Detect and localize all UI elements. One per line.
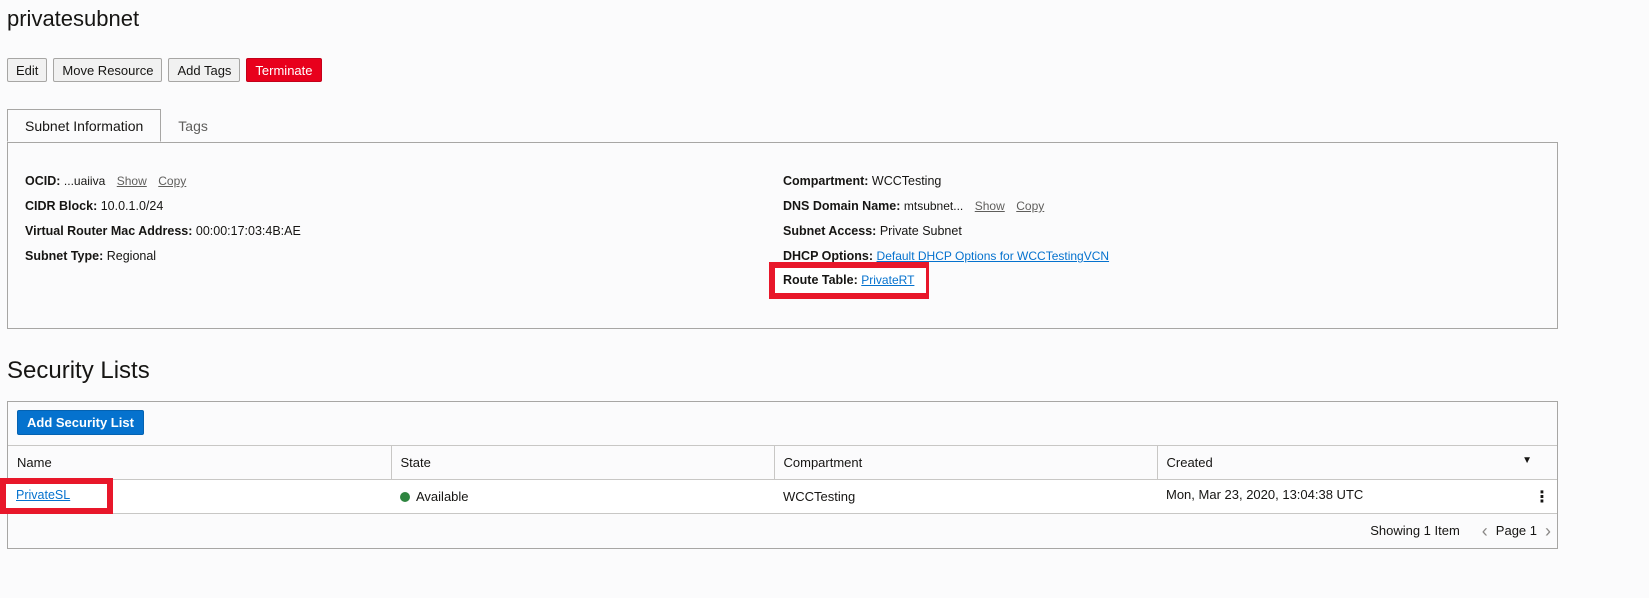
- vr-mac-label: Virtual Router Mac Address:: [25, 224, 193, 238]
- subnet-access-value: Private Subnet: [879, 224, 962, 238]
- column-header-state[interactable]: State: [391, 445, 775, 480]
- dns-value: mtsubnet...: [903, 199, 964, 213]
- row-compartment: WCCTesting: [774, 479, 1157, 514]
- terminate-button[interactable]: Terminate: [246, 58, 322, 82]
- column-header-created-label: Created: [1166, 455, 1213, 470]
- dns-show-link[interactable]: Show: [975, 199, 1005, 213]
- available-status-icon: [400, 492, 410, 502]
- vr-mac-value: 00:00:17:03:4B:AE: [195, 224, 301, 238]
- ocid-copy-link[interactable]: Copy: [158, 174, 186, 188]
- vr-mac-row: Virtual Router Mac Address: 00:00:17:03:…: [25, 221, 301, 246]
- row-created: Mon, Mar 23, 2020, 13:04:38 UTC: [1166, 486, 1364, 502]
- dns-label: DNS Domain Name:: [783, 199, 901, 213]
- tab-tags[interactable]: Tags: [161, 109, 225, 142]
- subnet-type-label: Subnet Type:: [25, 249, 104, 263]
- add-tags-button[interactable]: Add Tags: [168, 58, 241, 82]
- page-title: privatesubnet: [7, 6, 140, 31]
- route-table-row: Route Table: PrivateRT: [775, 268, 926, 293]
- subnet-access-row: Subnet Access: Private Subnet: [783, 221, 1109, 246]
- security-lists-table: Name State Compartment Created ▼ Availab…: [8, 445, 1557, 514]
- compartment-value: WCCTesting: [871, 174, 942, 188]
- move-resource-button[interactable]: Move Resource: [53, 58, 163, 82]
- route-table-label: Route Table:: [783, 273, 858, 287]
- showing-count: Showing 1 Item: [1370, 523, 1460, 538]
- cidr-label: CIDR Block:: [25, 199, 98, 213]
- dhcp-options-link[interactable]: Default DHCP Options for WCCTestingVCN: [877, 249, 1110, 263]
- subnet-type-value: Regional: [106, 249, 157, 263]
- column-header-compartment[interactable]: Compartment: [774, 445, 1158, 480]
- edit-button[interactable]: Edit: [7, 58, 48, 82]
- row-created-cell: Mon, Mar 23, 2020, 13:04:38 UTC ⋮: [1157, 479, 1557, 514]
- action-bar: Edit Move Resource Add Tags Terminate: [7, 58, 322, 82]
- dns-row: DNS Domain Name: mtsubnet... Show Copy: [783, 196, 1109, 221]
- row-state: Available: [416, 489, 469, 504]
- security-lists-panel: Add Security List Name State Compartment…: [7, 401, 1558, 549]
- subnet-info-panel: OCID: ...uaiiva Show Copy CIDR Block: 10…: [7, 142, 1558, 329]
- compartment-row: Compartment: WCCTesting: [783, 171, 1109, 196]
- chevron-left-icon[interactable]: ‹: [1482, 522, 1488, 540]
- add-security-list-button[interactable]: Add Security List: [17, 410, 144, 435]
- row-state-cell: Available: [391, 479, 774, 514]
- chevron-right-icon[interactable]: ›: [1545, 522, 1551, 540]
- cidr-value: 10.0.1.0/24: [100, 199, 164, 213]
- security-list-name-link[interactable]: PrivateSL: [16, 488, 70, 502]
- column-header-created[interactable]: Created ▼: [1157, 445, 1557, 480]
- dns-copy-link[interactable]: Copy: [1016, 199, 1044, 213]
- subnet-access-label: Subnet Access:: [783, 224, 877, 238]
- ocid-row: OCID: ...uaiiva Show Copy: [25, 171, 301, 196]
- cidr-row: CIDR Block: 10.0.1.0/24: [25, 196, 301, 221]
- security-list-name-cell: PrivateSL: [6, 484, 107, 508]
- ocid-value: ...uaiiva: [63, 174, 106, 188]
- ocid-show-link[interactable]: Show: [117, 174, 147, 188]
- column-header-name[interactable]: Name: [8, 445, 392, 480]
- compartment-label: Compartment:: [783, 174, 869, 188]
- ocid-label: OCID:: [25, 174, 61, 188]
- row-actions-kebab-icon[interactable]: ⋮: [1534, 487, 1550, 507]
- table-header-row: Name State Compartment Created ▼: [8, 445, 1557, 480]
- info-left-column: OCID: ...uaiiva Show Copy CIDR Block: 10…: [25, 171, 301, 271]
- dhcp-label: DHCP Options:: [783, 249, 874, 263]
- security-lists-title: Security Lists: [7, 357, 150, 384]
- pagination: Showing 1 Item ‹ Page 1 ›: [1370, 522, 1551, 540]
- info-right-column: Compartment: WCCTesting DNS Domain Name:…: [783, 171, 1109, 271]
- tab-subnet-information[interactable]: Subnet Information: [7, 109, 162, 142]
- table-row: Available WCCTesting Mon, Mar 23, 2020, …: [8, 479, 1557, 514]
- page-indicator: Page 1: [1495, 523, 1537, 538]
- subnet-type-row: Subnet Type: Regional: [25, 246, 301, 271]
- sort-caret-down-icon[interactable]: ▼: [1522, 455, 1532, 466]
- security-lists-toolbar: Add Security List: [17, 410, 144, 435]
- tab-bar: Subnet Information Tags: [7, 109, 225, 142]
- route-table-link[interactable]: PrivateRT: [861, 273, 914, 287]
